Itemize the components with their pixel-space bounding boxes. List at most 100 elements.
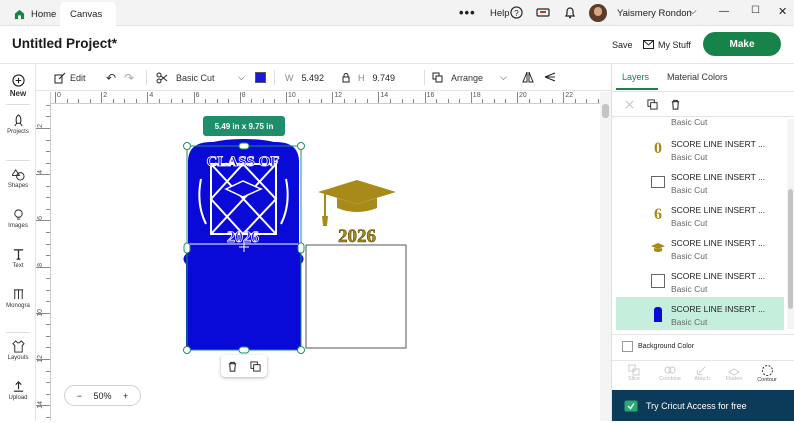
project-title[interactable]: Untitled Project* — [12, 36, 117, 51]
slice-button[interactable]: Slice — [624, 364, 644, 382]
operation-select[interactable]: Basic Cut ⌵ — [156, 68, 248, 87]
duplicate-icon[interactable] — [250, 360, 261, 372]
edit-icon — [54, 72, 66, 83]
svg-text:?: ? — [514, 8, 519, 18]
tab-material-colors[interactable]: Material Colors — [667, 72, 728, 82]
vertical-scrollbar[interactable] — [600, 92, 611, 421]
my-stuff-button[interactable]: My Stuff — [658, 40, 691, 50]
trash-icon[interactable] — [227, 361, 238, 372]
more-icon[interactable]: ••• — [459, 5, 476, 20]
tab-layers[interactable]: Layers — [622, 72, 649, 82]
ruler-tick — [389, 99, 391, 103]
cricut-access-banner[interactable]: Try Cricut Access for free — [612, 390, 794, 421]
make-button[interactable]: Make — [703, 32, 781, 56]
tab-canvas[interactable]: Canvas — [60, 2, 116, 26]
resize-handle[interactable] — [238, 142, 250, 150]
tab-home[interactable]: Home — [4, 2, 66, 26]
maximize-icon[interactable]: ☐ — [751, 5, 760, 16]
ruler-tick — [46, 335, 50, 337]
ruler-tick — [46, 347, 50, 349]
bulb-icon — [13, 209, 23, 220]
ruler-tick — [46, 185, 50, 187]
arrange-select[interactable]: Arrange ⌵ — [432, 68, 512, 87]
width-field[interactable]: W 5.492 — [281, 69, 339, 86]
combine-button[interactable]: Combine — [656, 364, 684, 382]
lock-icon[interactable] — [342, 73, 350, 83]
background-color-checkbox[interactable] — [622, 341, 633, 352]
layouts-button[interactable]: Layouts — [0, 340, 36, 361]
help-icon[interactable]: ? — [510, 6, 523, 19]
save-button[interactable]: Save — [612, 40, 633, 50]
monogram-button[interactable]: Monogra — [0, 288, 36, 309]
contour-button[interactable]: Contour — [754, 364, 780, 383]
zoom-out-button[interactable]: − — [77, 391, 82, 401]
upload-button[interactable]: Upload — [0, 380, 36, 401]
height-field[interactable]: H 9.749 — [354, 69, 412, 86]
duplicate-icon[interactable] — [647, 99, 658, 110]
resize-handle[interactable] — [183, 346, 191, 354]
layer-item[interactable]: 6 SCORE LINE INSERT ... Basic Cut — [616, 198, 784, 231]
resize-handle[interactable] — [297, 346, 305, 354]
attach-button[interactable]: Attach — [690, 364, 714, 382]
project-header: Untitled Project* Save My Stuff Make — [0, 26, 794, 64]
resize-handle[interactable] — [297, 242, 305, 254]
ruler-tick — [355, 99, 357, 103]
bell-icon[interactable] — [564, 6, 576, 19]
resize-handle[interactable] — [297, 142, 305, 150]
mail-icon — [643, 40, 654, 49]
resize-handle[interactable] — [183, 142, 191, 150]
ruler-tick — [424, 92, 426, 103]
layer-item[interactable]: SCORE LINE INSERT ... Basic Cut — [616, 231, 784, 264]
text-button[interactable]: Text — [0, 248, 36, 269]
ruler-tick — [46, 231, 50, 233]
images-button[interactable]: Images — [0, 208, 36, 229]
ruler-tick — [89, 99, 91, 103]
close-icon[interactable]: ✕ — [778, 5, 787, 18]
projects-button[interactable]: Projects — [0, 114, 36, 135]
user-name[interactable]: Yaismery Rondon — [617, 8, 692, 19]
layer-item-selected[interactable]: SCORE LINE INSERT ... Basic Cut — [616, 297, 784, 330]
shapes-button[interactable]: Shapes — [0, 168, 36, 189]
insert-year-text[interactable]: 2026 — [338, 226, 377, 248]
grad-cap[interactable] — [318, 180, 396, 226]
avatar[interactable] — [589, 4, 607, 22]
zoom-in-button[interactable]: + — [123, 391, 128, 401]
layer-item[interactable]: 0 SCORE LINE INSERT ... Basic Cut — [616, 132, 784, 165]
redo-icon[interactable]: ↷ — [124, 68, 134, 87]
flatten-button[interactable]: Flatten — [722, 364, 746, 382]
flip-icon[interactable] — [522, 71, 534, 83]
edit-button[interactable]: Edit — [54, 68, 86, 87]
ruler-tick — [36, 266, 50, 268]
design-canvas[interactable]: CLASS OF 2026 2026 5.49 in x 9.75 in — [51, 104, 600, 421]
layer-name: SCORE LINE INSERT ... — [671, 304, 766, 314]
resize-handle[interactable] — [238, 346, 250, 354]
color-swatch[interactable] — [255, 72, 266, 83]
insert-rectangle[interactable] — [305, 244, 407, 349]
machine-icon[interactable] — [536, 7, 550, 18]
layers-panel: Layers Material Colors Basic Cut 0 SCORE… — [611, 64, 794, 421]
layer-operation: Basic Cut — [671, 317, 708, 327]
layers-scrollbar[interactable] — [787, 119, 794, 329]
resize-handle[interactable] — [183, 242, 191, 254]
minimize-icon[interactable]: — — [719, 6, 729, 17]
ungroup-icon[interactable] — [624, 99, 635, 110]
new-button[interactable]: New — [0, 74, 36, 98]
undo-icon[interactable]: ↶ — [106, 68, 116, 87]
class-of-text: CLASS OF — [207, 154, 280, 170]
ruler-left: 2468101214 — [36, 92, 51, 421]
upload-label: Upload — [8, 395, 28, 401]
layer-item[interactable]: SCORE LINE INSERT ... Basic Cut — [616, 264, 784, 297]
align-icon[interactable] — [544, 71, 556, 83]
ruler-tick — [332, 92, 334, 103]
tab-canvas-label: Canvas — [70, 8, 103, 20]
ruler-tick — [46, 382, 50, 384]
layer-item[interactable]: SCORE LINE INSERT ... Basic Cut — [616, 165, 784, 198]
chevron-down-icon[interactable]: ⌵ — [689, 6, 697, 17]
edit-toolbar: Edit ↶ ↷ Basic Cut ⌵ W 5.492 H 9.749 Arr… — [36, 64, 611, 91]
trash-icon[interactable] — [670, 99, 681, 110]
help-label[interactable]: Help — [490, 8, 510, 19]
ruler-tick — [46, 324, 50, 326]
layer-name: SCORE LINE INSERT ... — [671, 172, 766, 182]
tab-home-label: Home — [31, 8, 57, 20]
contour-label: Contour — [757, 377, 777, 383]
